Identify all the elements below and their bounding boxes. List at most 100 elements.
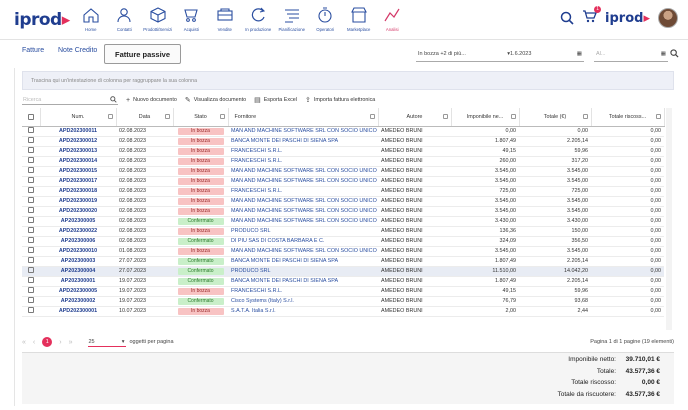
nav-item-prodotti-servizi[interactable]: Prodotti/Servizi bbox=[141, 3, 175, 39]
filter-icon[interactable] bbox=[510, 114, 516, 119]
select-all-checkbox[interactable] bbox=[22, 108, 41, 127]
column-header-stato[interactable]: Stato bbox=[173, 108, 229, 127]
cell-fornitore[interactable]: MAN AND MACHINE SOFTWARE SRL CON SOCIO U… bbox=[228, 176, 378, 187]
table-row[interactable]: APD202300010 01.08.2023 In bozza MAN AND MA… bbox=[22, 246, 664, 257]
row-checkbox[interactable] bbox=[22, 126, 40, 137]
row-checkbox[interactable] bbox=[22, 246, 40, 257]
cell-fornitore[interactable]: MAN AND MACHINE SOFTWARE SRL CON SOCIO U… bbox=[228, 196, 378, 207]
import-invoice-button[interactable]: ⇪ Importa fattura elettronica bbox=[305, 96, 375, 104]
cell-num[interactable]: APD202300005 bbox=[40, 286, 116, 297]
cell-fornitore[interactable]: Cisco Systems (Italy) S.r.l. bbox=[228, 296, 378, 307]
cell-fornitore[interactable]: BANCA MONTE DEI PASCHI DI SIENA SPA bbox=[228, 276, 378, 287]
row-checkbox[interactable] bbox=[22, 256, 40, 267]
cell-num[interactable]: APD202300015 bbox=[40, 166, 116, 177]
nav-item-home[interactable]: Home bbox=[74, 3, 108, 39]
filter-icon[interactable] bbox=[369, 114, 375, 119]
cell-fornitore[interactable]: FRANCESCHI S.R.L. bbox=[228, 286, 378, 297]
row-checkbox[interactable] bbox=[22, 286, 40, 297]
app-logo[interactable]: iprod▸ bbox=[14, 10, 70, 30]
table-row[interactable]: APD202300011 02.08.2023 In bozza MAN AND MA… bbox=[22, 126, 664, 137]
column-header-totale[interactable]: Totale (€) bbox=[519, 108, 592, 127]
tab-fatture-passive[interactable]: Fatture passive bbox=[104, 44, 182, 64]
row-checkbox[interactable] bbox=[22, 186, 40, 197]
export-excel-button[interactable]: ▤ Esporta Excel bbox=[254, 96, 297, 104]
table-row[interactable]: AP202300002 19.07.2023 Confermato Cisco Sys… bbox=[22, 296, 664, 307]
prev-page-button[interactable]: ‹ bbox=[33, 339, 35, 346]
row-checkbox[interactable] bbox=[22, 296, 40, 307]
status-filter[interactable]: In bozza +2 di più... ▾ bbox=[416, 47, 512, 62]
column-header-fornitore[interactable]: Fornitore bbox=[228, 108, 379, 127]
table-row[interactable]: AP202300001 19.07.2023 Confermato BANCA MON… bbox=[22, 276, 664, 287]
nav-item-acquisti[interactable]: Acquisti bbox=[175, 3, 209, 39]
group-by-panel[interactable]: Trascina qui un'intestazione di colonna … bbox=[22, 71, 674, 90]
table-scrollbar[interactable] bbox=[666, 108, 672, 330]
cell-num[interactable]: APD202300010 bbox=[40, 246, 116, 257]
table-row[interactable]: APD202300013 02.08.2023 In bozza FRANCESCHI… bbox=[22, 146, 664, 157]
table-row[interactable]: AP202300006 02.08.2023 Confermato DI PIU SA… bbox=[22, 236, 664, 247]
row-checkbox[interactable] bbox=[22, 136, 40, 147]
cell-fornitore[interactable]: MAN AND MACHINE SOFTWARE SRL CON SOCIO U… bbox=[228, 126, 378, 137]
row-checkbox[interactable] bbox=[22, 226, 40, 237]
table-row[interactable]: APD202300001 10.07.2023 In bozza S.A.T.A. I… bbox=[22, 306, 664, 317]
nav-item-contatti[interactable]: Contatti bbox=[108, 3, 142, 39]
cell-fornitore[interactable]: BANCA MONTE DEI PASCHI DI SIENA SPA bbox=[228, 136, 378, 147]
view-document-button[interactable]: ✎ Visualizza documento bbox=[185, 96, 246, 104]
page-size-select[interactable]: 25 ▾ bbox=[87, 337, 126, 347]
cell-num[interactable]: AP202300002 bbox=[40, 296, 116, 307]
current-page[interactable]: 1 bbox=[42, 337, 53, 347]
table-row[interactable]: APD202300015 02.08.2023 In bozza MAN AND MA… bbox=[22, 166, 664, 177]
date-from-field[interactable]: 1.6.2023 ▦ bbox=[508, 47, 584, 62]
cell-num[interactable]: APD202300001 bbox=[40, 306, 116, 317]
table-row[interactable]: APD202300018 02.08.2023 In bozza FRANCESCHI… bbox=[22, 186, 664, 197]
cell-num[interactable]: AP202300005 bbox=[40, 216, 116, 227]
cell-fornitore[interactable]: PRODUCO SRL bbox=[228, 266, 378, 277]
nav-item-marketplace[interactable]: Marketplace bbox=[342, 3, 376, 39]
column-header-imponibile[interactable]: Imponibile ne... bbox=[451, 108, 520, 127]
table-row[interactable]: APD202300014 02.08.2023 In bozza FRANCESCHI… bbox=[22, 156, 664, 167]
row-checkbox[interactable] bbox=[22, 206, 40, 217]
table-row[interactable]: AP202300004 27.07.2023 Confermato PRODUCO S… bbox=[22, 266, 664, 277]
filter-icon[interactable] bbox=[655, 114, 661, 119]
cell-num[interactable]: APD202300019 bbox=[40, 196, 116, 207]
table-row[interactable]: APD202300019 02.08.2023 In bozza MAN AND MA… bbox=[22, 196, 664, 207]
cell-num[interactable]: APD202300018 bbox=[40, 186, 116, 197]
cell-fornitore[interactable]: FRANCESCHI S.R.L. bbox=[228, 156, 378, 167]
cell-num[interactable]: APD202300011 bbox=[40, 126, 116, 137]
cell-num[interactable]: AP202300006 bbox=[40, 236, 116, 247]
filter-icon[interactable] bbox=[107, 114, 113, 119]
column-header-data[interactable]: Data bbox=[116, 108, 174, 127]
row-checkbox[interactable] bbox=[22, 166, 40, 177]
row-checkbox[interactable] bbox=[22, 266, 40, 277]
cell-fornitore[interactable]: FRANCESCHI S.R.L. bbox=[228, 146, 378, 157]
nav-item-vendite[interactable]: Vendite bbox=[208, 3, 242, 39]
avatar[interactable] bbox=[658, 8, 678, 28]
cell-fornitore[interactable]: MAN AND MACHINE SOFTWARE SRL CON SOCIO U… bbox=[228, 246, 378, 257]
cell-num[interactable]: APD202300017 bbox=[40, 176, 116, 187]
filter-icon[interactable] bbox=[219, 114, 225, 119]
row-checkbox[interactable] bbox=[22, 236, 40, 247]
tab-fatture[interactable]: Fatture bbox=[22, 47, 44, 54]
row-checkbox[interactable] bbox=[22, 156, 40, 167]
row-checkbox[interactable] bbox=[22, 146, 40, 157]
nav-item-analisi[interactable]: Analisi bbox=[376, 3, 410, 39]
cell-num[interactable]: AP202300004 bbox=[40, 266, 116, 277]
grid-search-input[interactable]: Ricerca bbox=[22, 95, 118, 105]
cell-num[interactable]: APD202300013 bbox=[40, 146, 116, 157]
cell-fornitore[interactable]: MAN AND MACHINE SOFTWARE SRL CON SOCIO U… bbox=[228, 166, 378, 177]
cell-fornitore[interactable]: FRANCESCHI S.R.L. bbox=[228, 186, 378, 197]
filter-icon[interactable] bbox=[164, 114, 170, 119]
cell-fornitore[interactable]: DI PIU SAS DI COSTA BARBARA E C. bbox=[228, 236, 378, 247]
table-row[interactable]: AP202300005 02.08.2023 Confermato MAN AND M… bbox=[22, 216, 664, 227]
first-page-button[interactable]: « bbox=[22, 339, 26, 346]
cell-num[interactable]: APD202300020 bbox=[40, 206, 116, 217]
cell-num[interactable]: AP202300001 bbox=[40, 276, 116, 287]
row-checkbox[interactable] bbox=[22, 196, 40, 207]
table-row[interactable]: APD202300020 02.08.2023 In bozza MAN AND MA… bbox=[22, 206, 664, 217]
nav-item-pianificazione[interactable]: Pianificazione bbox=[275, 3, 309, 39]
row-checkbox[interactable] bbox=[22, 216, 40, 227]
filter-icon[interactable] bbox=[582, 114, 588, 119]
cell-num[interactable]: APD202300022 bbox=[40, 226, 116, 237]
next-page-button[interactable]: › bbox=[59, 339, 61, 346]
cell-fornitore[interactable]: PRODUCO SRL bbox=[228, 226, 378, 237]
nav-item-operatori[interactable]: Operatori bbox=[309, 3, 343, 39]
